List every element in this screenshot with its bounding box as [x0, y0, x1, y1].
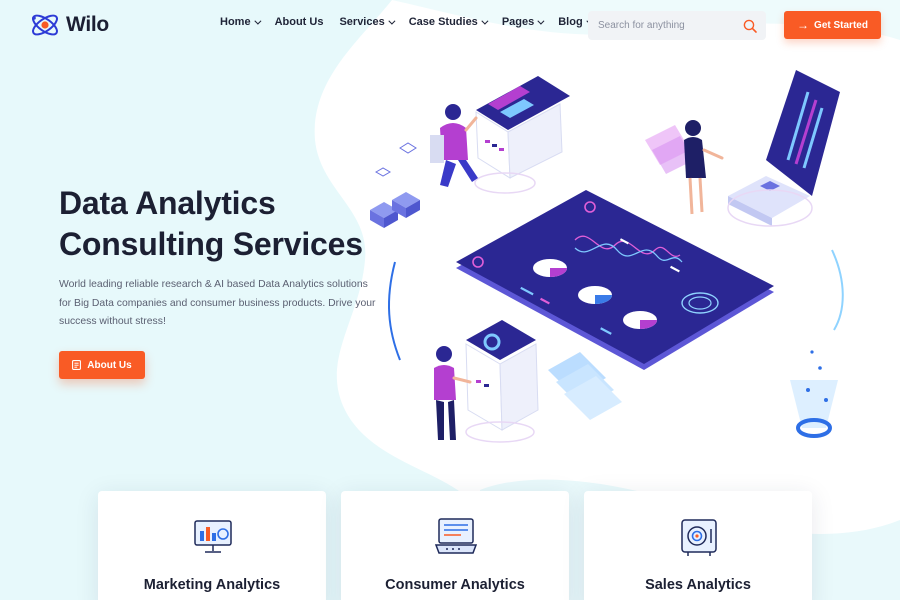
chevron-down-icon: [388, 17, 396, 25]
person-right: [645, 120, 724, 215]
chevron-down-icon: [253, 17, 262, 25]
nav-item-services[interactable]: Services: [339, 16, 396, 28]
floating-panels: [548, 352, 622, 420]
hero-title-line-2: Consulting Services: [59, 226, 363, 262]
left-arc: [388, 261, 401, 361]
site-header: Wilo Home About Us Services Case Studies…: [0, 0, 900, 50]
nav-item-about-us[interactable]: About Us: [275, 16, 324, 28]
about-us-label: About Us: [87, 359, 132, 371]
right-arc: [831, 249, 844, 331]
service-card-marketing[interactable]: Marketing Analytics: [98, 491, 326, 600]
service-card-consumer[interactable]: Consumer Analytics: [341, 491, 569, 600]
get-started-label: Get Started: [814, 19, 868, 31]
get-started-button[interactable]: → Get Started: [784, 11, 881, 39]
chevron-down-icon: [481, 17, 489, 25]
nav-item-blog[interactable]: Blog: [558, 16, 594, 28]
main-nav: Home About Us Services Case Studies Page…: [220, 16, 607, 28]
nav-label: Services: [339, 16, 385, 28]
portal-beam: [790, 350, 838, 438]
hero-title-line-1: Data Analytics: [59, 185, 276, 221]
nav-label: Case Studies: [408, 16, 478, 28]
right-tablet-device: [727, 70, 840, 227]
nav-label: Home: [220, 16, 251, 28]
search-icon[interactable]: [742, 18, 758, 34]
top-monitor: [474, 76, 570, 194]
hero-description: World leading reliable research & AI bas…: [59, 279, 376, 328]
nav-item-home[interactable]: Home: [220, 16, 262, 28]
service-title: Consumer Analytics: [385, 577, 525, 593]
nav-label: Blog: [558, 16, 583, 28]
services-row: Marketing Analytics Consumer Analytics S…: [0, 488, 900, 600]
chevron-down-icon: [537, 17, 545, 25]
person-bottom: [434, 346, 472, 440]
atom-logo-icon: [32, 14, 58, 36]
brand-logo[interactable]: Wilo: [29, 9, 109, 41]
nav-item-pages[interactable]: Pages: [501, 16, 545, 28]
nav-item-case-studies[interactable]: Case Studies: [408, 16, 489, 28]
hero-title: Data Analytics Consulting Services: [59, 183, 399, 265]
service-card-sales[interactable]: Sales Analytics: [584, 491, 812, 600]
search-box: [588, 11, 766, 40]
document-icon: [72, 360, 82, 370]
nav-label: About Us: [274, 16, 324, 28]
service-title: Marketing Analytics: [143, 577, 281, 593]
brand-name: Wilo: [66, 13, 109, 36]
data-analytics-illustration: [370, 70, 844, 443]
sales-safe-icon: [681, 519, 717, 556]
person-top: [430, 104, 478, 187]
service-title: Sales Analytics: [645, 577, 751, 593]
consumer-laptop-icon: [434, 518, 478, 554]
bottom-terminal: [465, 320, 539, 443]
marketing-dashboard-icon: [194, 520, 232, 553]
nav-label: Pages: [501, 16, 535, 28]
about-us-button[interactable]: About Us: [59, 351, 145, 379]
search-input[interactable]: [598, 20, 738, 31]
arrow-right-icon: →: [797, 18, 810, 32]
